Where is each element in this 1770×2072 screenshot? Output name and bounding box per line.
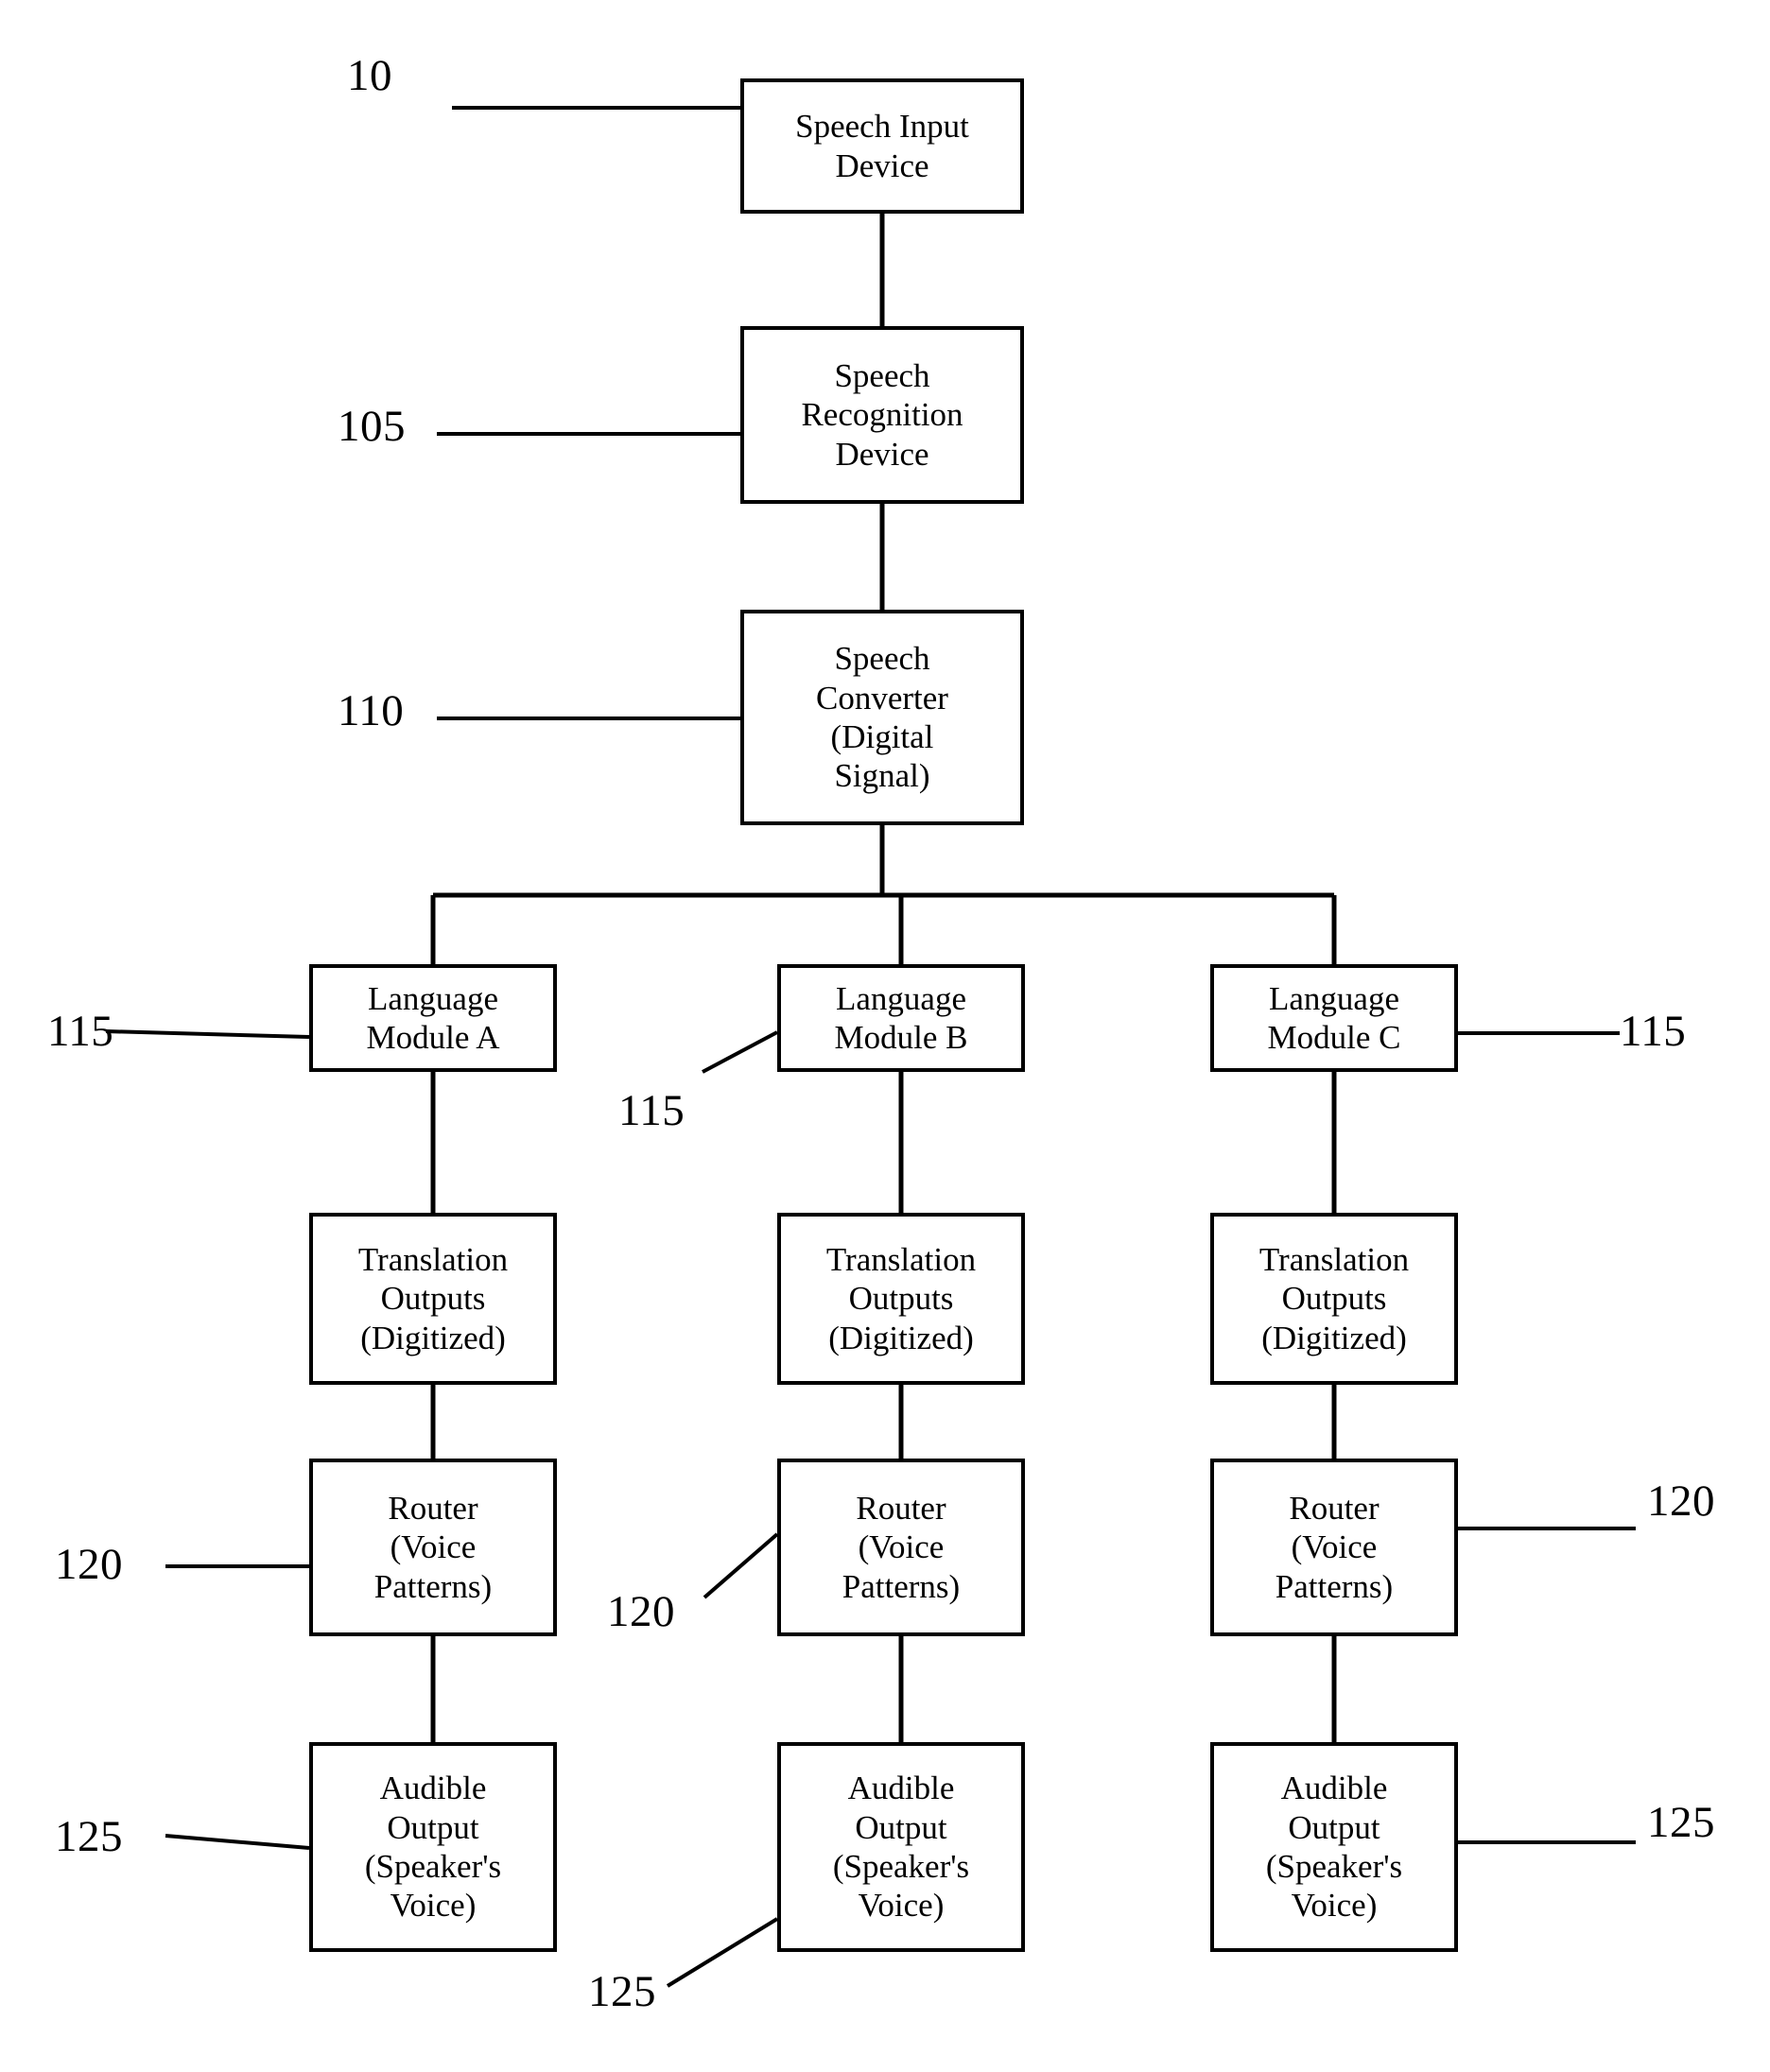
block-audible-c: Audible Output (Speaker's Voice) (1210, 1742, 1458, 1952)
reference-numeral-ref-110: 110 (338, 686, 405, 735)
leader-115-mid (702, 1030, 778, 1074)
reference-numeral-ref-125-mid: 125 (588, 1967, 656, 2016)
leader-115-left (105, 1029, 310, 1039)
block-translation-c: Translation Outputs (Digitized) (1210, 1213, 1458, 1385)
block-router-b: Router (Voice Patterns) (777, 1459, 1025, 1636)
block-lang-module-c: Language Module C (1210, 964, 1458, 1072)
block-router-a: Router (Voice Patterns) (309, 1459, 557, 1636)
block-speech-recognition: Speech Recognition Device (740, 326, 1024, 504)
reference-numeral-ref-125-left: 125 (55, 1812, 123, 1861)
block-audible-a: Audible Output (Speaker's Voice) (309, 1742, 557, 1952)
block-lang-module-b: Language Module B (777, 964, 1025, 1072)
patent-figure-diagram: Speech Input Device Speech Recognition De… (0, 0, 1770, 2072)
reference-numeral-ref-115-mid: 115 (618, 1086, 685, 1135)
leader-125-mid (666, 1917, 779, 1988)
reference-numeral-ref-120-mid: 120 (607, 1587, 675, 1636)
reference-numeral-ref-105: 105 (338, 402, 406, 451)
leader-125-left (165, 1834, 310, 1850)
reference-numeral-ref-120-left: 120 (55, 1540, 123, 1589)
leader-120-mid (703, 1532, 779, 1599)
block-audible-b: Audible Output (Speaker's Voice) (777, 1742, 1025, 1952)
block-speech-input: Speech Input Device (740, 78, 1024, 214)
reference-numeral-ref-120-right: 120 (1647, 1476, 1715, 1526)
block-speech-converter: Speech Converter (Digital Signal) (740, 610, 1024, 825)
reference-numeral-ref-10: 10 (347, 51, 392, 100)
block-translation-a: Translation Outputs (Digitized) (309, 1213, 557, 1385)
block-router-c: Router (Voice Patterns) (1210, 1459, 1458, 1636)
reference-numeral-ref-125-right: 125 (1647, 1798, 1715, 1847)
reference-numeral-ref-115-left: 115 (47, 1007, 114, 1056)
block-translation-b: Translation Outputs (Digitized) (777, 1213, 1025, 1385)
block-lang-module-a: Language Module A (309, 964, 557, 1072)
reference-numeral-ref-115-right: 115 (1620, 1007, 1687, 1056)
